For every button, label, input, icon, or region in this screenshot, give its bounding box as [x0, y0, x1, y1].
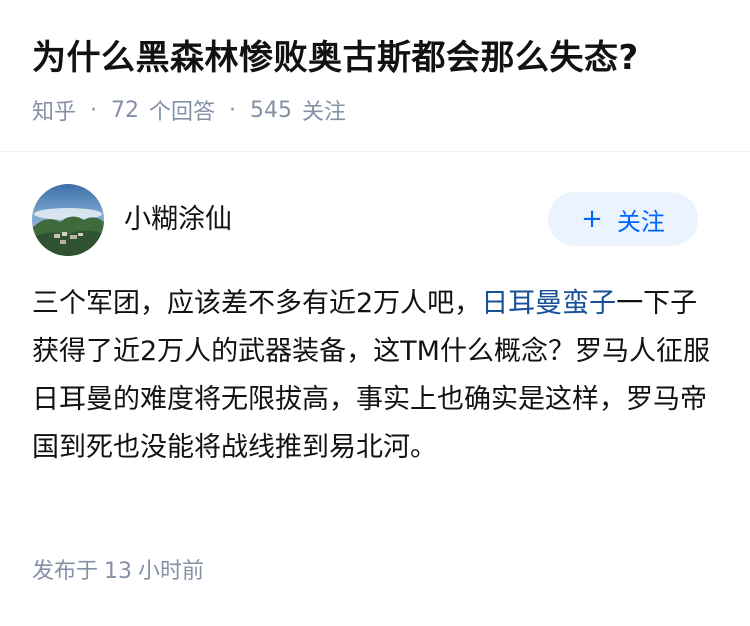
follow-button-label: 关注 [616, 207, 665, 236]
content-text: 三个军团，应该差不多有近2万人吧， [32, 288, 482, 319]
publish-prefix: 发布于 [32, 559, 99, 584]
avatar-landscape-image [32, 184, 104, 256]
answer-card: 小糊涂仙 + 关注 三个军团，应该差不多有近2万人吧，日耳曼蛮子一下子获得了近2… [0, 152, 750, 626]
publish-suffix: 小时前 [138, 559, 205, 584]
author-name[interactable]: 小糊涂仙 [124, 202, 232, 238]
plus-icon: + [581, 204, 603, 234]
question-meta: 知乎 · 72 个回答 · 545 关注 [32, 94, 346, 126]
answer-content: 三个军团，应该差不多有近2万人吧，日耳曼蛮子一下子获得了近2万人的武器装备，这T… [32, 280, 722, 472]
follower-count: 545 [250, 97, 293, 123]
question-title[interactable]: 为什么黑森林惨败奥古斯都会那么失态? [32, 34, 639, 82]
source-label[interactable]: 知乎 [32, 94, 76, 126]
content-link[interactable]: 日耳曼蛮子 [481, 288, 616, 319]
avatar[interactable] [32, 184, 104, 256]
answer-count-label[interactable]: 个回答 [149, 94, 215, 126]
meta-separator: · [90, 97, 98, 123]
follow-button[interactable]: + 关注 [548, 192, 698, 246]
meta-separator: · [229, 97, 237, 123]
publish-time: 发布于 13 小时前 [32, 556, 204, 588]
question-header: 为什么黑森林惨败奥古斯都会那么失态? 知乎 · 72 个回答 · 545 关注 [0, 0, 750, 152]
follower-count-label: 关注 [302, 100, 347, 125]
publish-num: 13 [104, 559, 133, 584]
answer-count: 72 [111, 97, 140, 123]
